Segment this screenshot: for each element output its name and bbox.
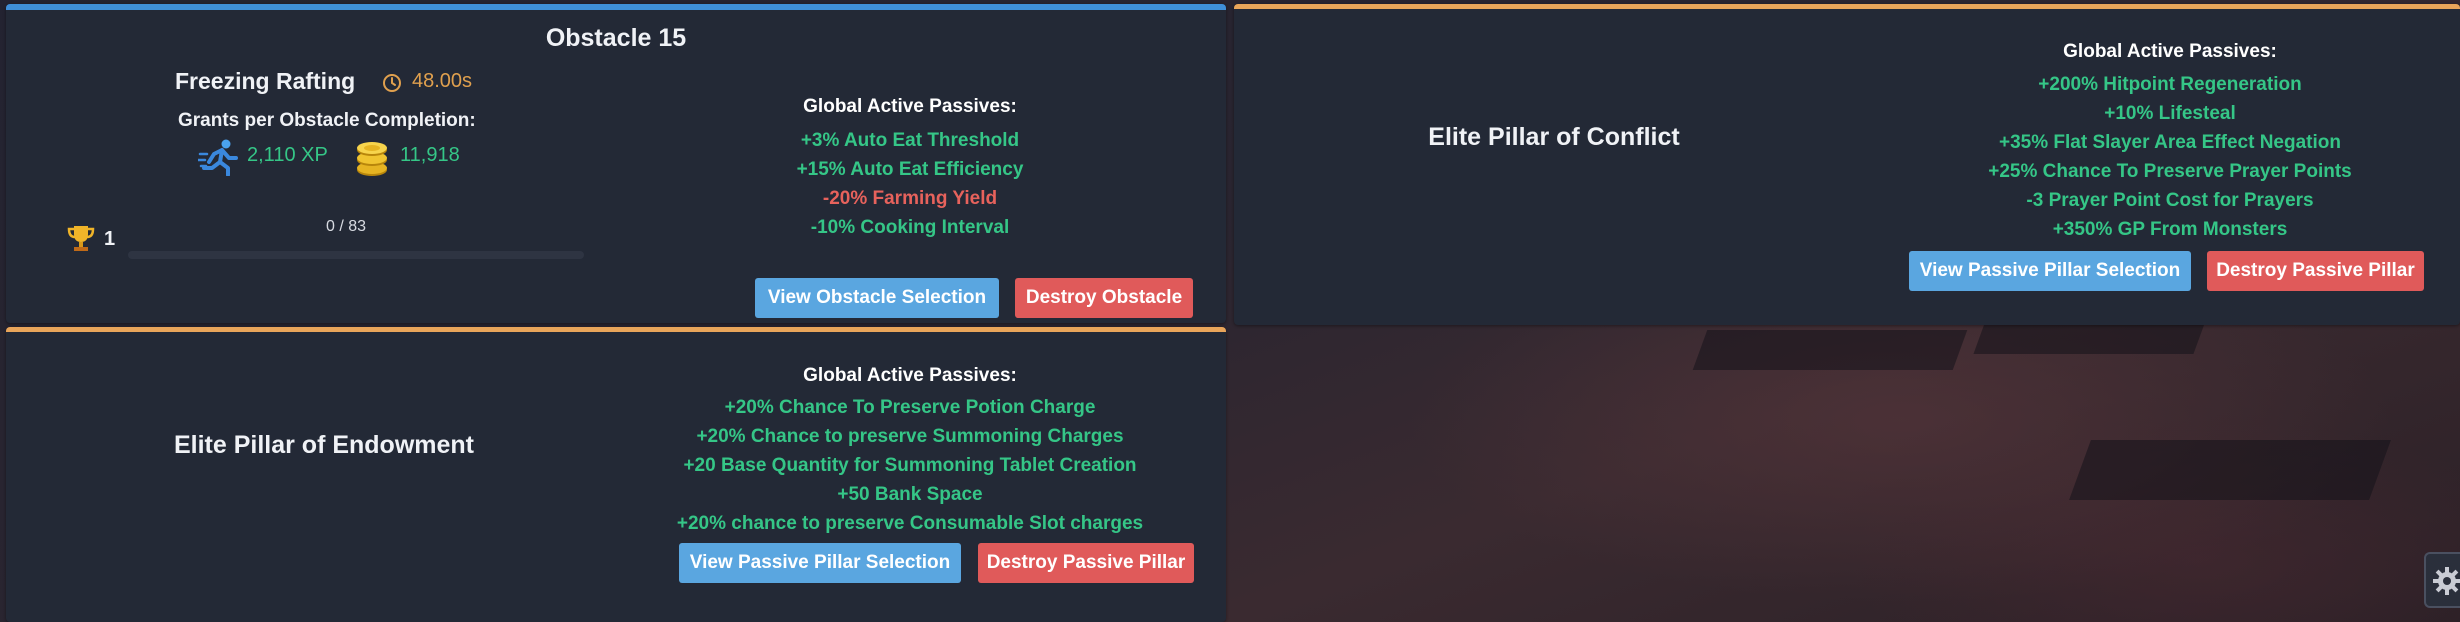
passive-item: +20 Base Quantity for Summoning Tablet C…: [683, 455, 1137, 476]
passive-item: +10% Lifesteal: [2104, 103, 2236, 124]
destroy-obstacle-button[interactable]: Destroy Obstacle: [1015, 278, 1193, 318]
trophy-icon: [66, 223, 96, 258]
view-obstacle-selection-button[interactable]: View Obstacle Selection: [755, 278, 999, 318]
running-man-icon: [196, 138, 238, 181]
passive-item: +20% Chance to preserve Summoning Charge…: [696, 426, 1124, 447]
obstacle-header: Obstacle 15: [545, 24, 687, 52]
pillar-conflict-card: Elite Pillar of Conflict Global Active P…: [1234, 4, 2460, 325]
view-passive-pillar-selection-button[interactable]: View Passive Pillar Selection: [679, 543, 961, 583]
passive-item: +35% Flat Slayer Area Effect Negation: [1999, 132, 2341, 153]
passive-item: -10% Cooking Interval: [810, 217, 1010, 238]
pillar-name: Elite Pillar of Conflict: [1428, 123, 1680, 151]
passive-item: +15% Auto Eat Efficiency: [796, 159, 1024, 180]
clock-icon: [381, 72, 403, 99]
passive-item: -3 Prayer Point Cost for Prayers: [2026, 190, 2314, 211]
progress-bar: [128, 251, 584, 259]
bg-rock: [2069, 440, 2391, 500]
progress-text: 0 / 83: [326, 218, 367, 235]
passive-item: -20% Farming Yield: [822, 188, 998, 209]
gear-icon[interactable]: [2432, 566, 2460, 601]
mastery-level: 1: [104, 228, 116, 250]
passives-title: Global Active Passives:: [2063, 41, 2277, 62]
passive-item: +350% GP From Monsters: [2052, 219, 2288, 240]
passives-list: +3% Auto Eat Threshold +15% Auto Eat Eff…: [610, 126, 1210, 242]
pillar-endowment-card: Elite Pillar of Endowment Global Active …: [6, 327, 1226, 622]
destroy-passive-pillar-button[interactable]: Destroy Passive Pillar: [2207, 251, 2424, 291]
passives-list: +200% Hitpoint Regeneration +10% Lifeste…: [1870, 70, 2460, 244]
bg-rock: [1692, 330, 1968, 370]
gp-value: 11,918: [400, 144, 460, 166]
coins-icon: [352, 136, 392, 183]
passive-item: +200% Hitpoint Regeneration: [2038, 74, 2302, 95]
destroy-passive-pillar-button[interactable]: Destroy Passive Pillar: [978, 543, 1194, 583]
pillar-name: Elite Pillar of Endowment: [173, 431, 475, 459]
passives-list: +20% Chance To Preserve Potion Charge +2…: [610, 393, 1210, 538]
view-passive-pillar-selection-button[interactable]: View Passive Pillar Selection: [1909, 251, 2191, 291]
obstacle-name: Freezing Rafting: [175, 68, 356, 94]
settings-tab[interactable]: [2424, 552, 2460, 608]
grants-label: Grants per Obstacle Completion:: [178, 110, 476, 131]
passive-item: +20% chance to preserve Consumable Slot …: [676, 513, 1144, 534]
passive-item: +3% Auto Eat Threshold: [800, 130, 1020, 151]
xp-value: 2,110 XP: [247, 144, 328, 166]
passives-title: Global Active Passives:: [803, 365, 1017, 386]
passive-item: +20% Chance To Preserve Potion Charge: [724, 397, 1096, 418]
passive-item: +50 Bank Space: [837, 484, 983, 505]
obstacle-card: Obstacle 15 Freezing Rafting 48.00s Gran…: [6, 4, 1226, 323]
obstacle-time: 48.00s: [412, 70, 473, 92]
passives-title: Global Active Passives:: [803, 96, 1017, 117]
passive-item: +25% Chance To Preserve Prayer Points: [1988, 161, 2352, 182]
